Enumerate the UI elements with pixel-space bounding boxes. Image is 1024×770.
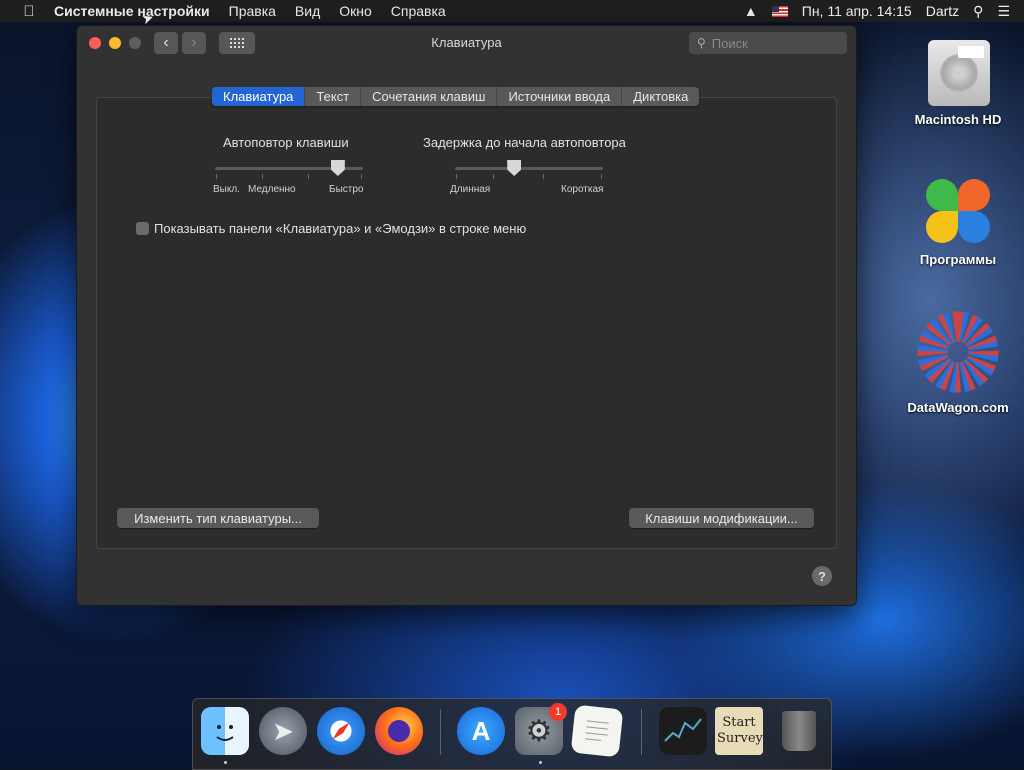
- slider-tick: [262, 174, 263, 179]
- menu-app-name[interactable]: Системные настройки: [54, 3, 210, 19]
- launchpad-icon[interactable]: ➤: [259, 707, 307, 755]
- dock: ➤ A ⚙ 1 Start Survey: [192, 698, 832, 770]
- slider-tick: [493, 174, 494, 179]
- hard-drive-icon: [922, 34, 994, 106]
- notification-center-icon[interactable]: ☰: [997, 3, 1010, 20]
- apps-flower-icon: [923, 176, 993, 246]
- menu-help[interactable]: Справка: [391, 3, 446, 19]
- show-menu-checkbox-row[interactable]: Показывать панели «Клавиатура» и «Эмодзи…: [136, 221, 526, 236]
- desktop-icon-label: Macintosh HD: [914, 112, 1002, 127]
- show-menu-checkbox[interactable]: [136, 222, 149, 235]
- repeat-delay-label: Задержка до начала автоповтора: [423, 135, 626, 150]
- trash-icon[interactable]: [775, 707, 823, 755]
- apple-menu-icon[interactable]: : [18, 3, 40, 20]
- search-icon: ⚲: [697, 36, 706, 50]
- slider-tick: [361, 174, 362, 179]
- running-indicator: [539, 761, 542, 764]
- slider-tick: [456, 174, 457, 179]
- desktop-icon-macintosh-hd[interactable]: Macintosh HD: [903, 34, 1013, 127]
- slider-tick: [543, 174, 544, 179]
- tab-dictation[interactable]: Диктовка: [622, 87, 699, 106]
- tab-bar: Клавиатура Текст Сочетания клавиш Источн…: [212, 87, 700, 106]
- start-survey-icon[interactable]: Start Survey: [715, 707, 763, 755]
- key-repeat-slow-label: Медленно: [248, 184, 296, 195]
- input-source-flag-icon[interactable]: [771, 5, 788, 17]
- tab-shortcuts[interactable]: Сочетания клавиш: [361, 87, 498, 106]
- textedit-icon[interactable]: [570, 704, 624, 758]
- stocks-widget-icon[interactable]: [659, 707, 707, 755]
- tab-keyboard[interactable]: Клавиатура: [212, 87, 306, 106]
- datawagon-icon: [916, 310, 1000, 394]
- firefox-icon[interactable]: [375, 707, 423, 755]
- eject-icon[interactable]: ▲: [744, 3, 758, 19]
- system-preferences-icon[interactable]: ⚙ 1: [515, 703, 567, 755]
- desktop-icon-applications[interactable]: Программы: [903, 176, 1013, 267]
- start-survey-note: Start Survey: [717, 715, 763, 746]
- menubar-clock[interactable]: Пн, 11 апр. 14:15: [802, 3, 912, 19]
- tab-input-sources[interactable]: Источники ввода: [497, 87, 623, 106]
- modifier-keys-button[interactable]: Клавиши модификации...: [629, 508, 814, 528]
- menu-edit[interactable]: Правка: [229, 3, 276, 19]
- slider-tick: [216, 174, 217, 179]
- menu-window[interactable]: Окно: [339, 3, 372, 19]
- key-repeat-label: Автоповтор клавиши: [223, 135, 349, 150]
- keyboard-panel: [96, 97, 837, 549]
- change-keyboard-type-button[interactable]: Изменить тип клавиатуры...: [117, 508, 319, 528]
- search-input[interactable]: ⚲ Поиск: [689, 32, 847, 54]
- desktop-icon-datawagon[interactable]: DataWagon.com: [903, 310, 1013, 415]
- desktop-icon-label: Программы: [919, 252, 997, 267]
- app-store-icon[interactable]: A: [457, 707, 505, 755]
- show-menu-checkbox-label[interactable]: Показывать панели «Клавиатура» и «Эмодзи…: [154, 221, 526, 236]
- repeat-delay-short-label: Короткая: [561, 184, 604, 195]
- search-placeholder: Поиск: [711, 35, 748, 51]
- menu-view[interactable]: Вид: [295, 3, 320, 19]
- running-indicator: [224, 761, 227, 764]
- key-repeat-fast-label: Быстро: [329, 184, 364, 195]
- title-bar[interactable]: ‹ › Клавиатура ⚲ Поиск: [77, 26, 856, 60]
- desktop-icon-label: DataWagon.com: [907, 400, 1009, 415]
- menubar-user[interactable]: Dartz: [926, 3, 959, 19]
- safari-icon[interactable]: [317, 707, 365, 755]
- key-repeat-off-label: Выкл.: [213, 184, 240, 195]
- help-button[interactable]: ?: [812, 566, 832, 586]
- repeat-delay-long-label: Длинная: [450, 184, 491, 195]
- slider-tick: [308, 174, 309, 179]
- spotlight-search-icon[interactable]: ⚲: [973, 3, 983, 20]
- finder-icon[interactable]: [201, 707, 249, 755]
- keyboard-preferences-window: ‹ › Клавиатура ⚲ Поиск Клавиатура Текст …: [76, 25, 857, 606]
- tab-text[interactable]: Текст: [305, 87, 362, 106]
- dock-separator: [641, 709, 642, 755]
- notification-badge: 1: [549, 703, 567, 721]
- repeat-delay-track[interactable]: [455, 167, 603, 170]
- dock-separator: [440, 709, 441, 755]
- slider-tick: [601, 174, 602, 179]
